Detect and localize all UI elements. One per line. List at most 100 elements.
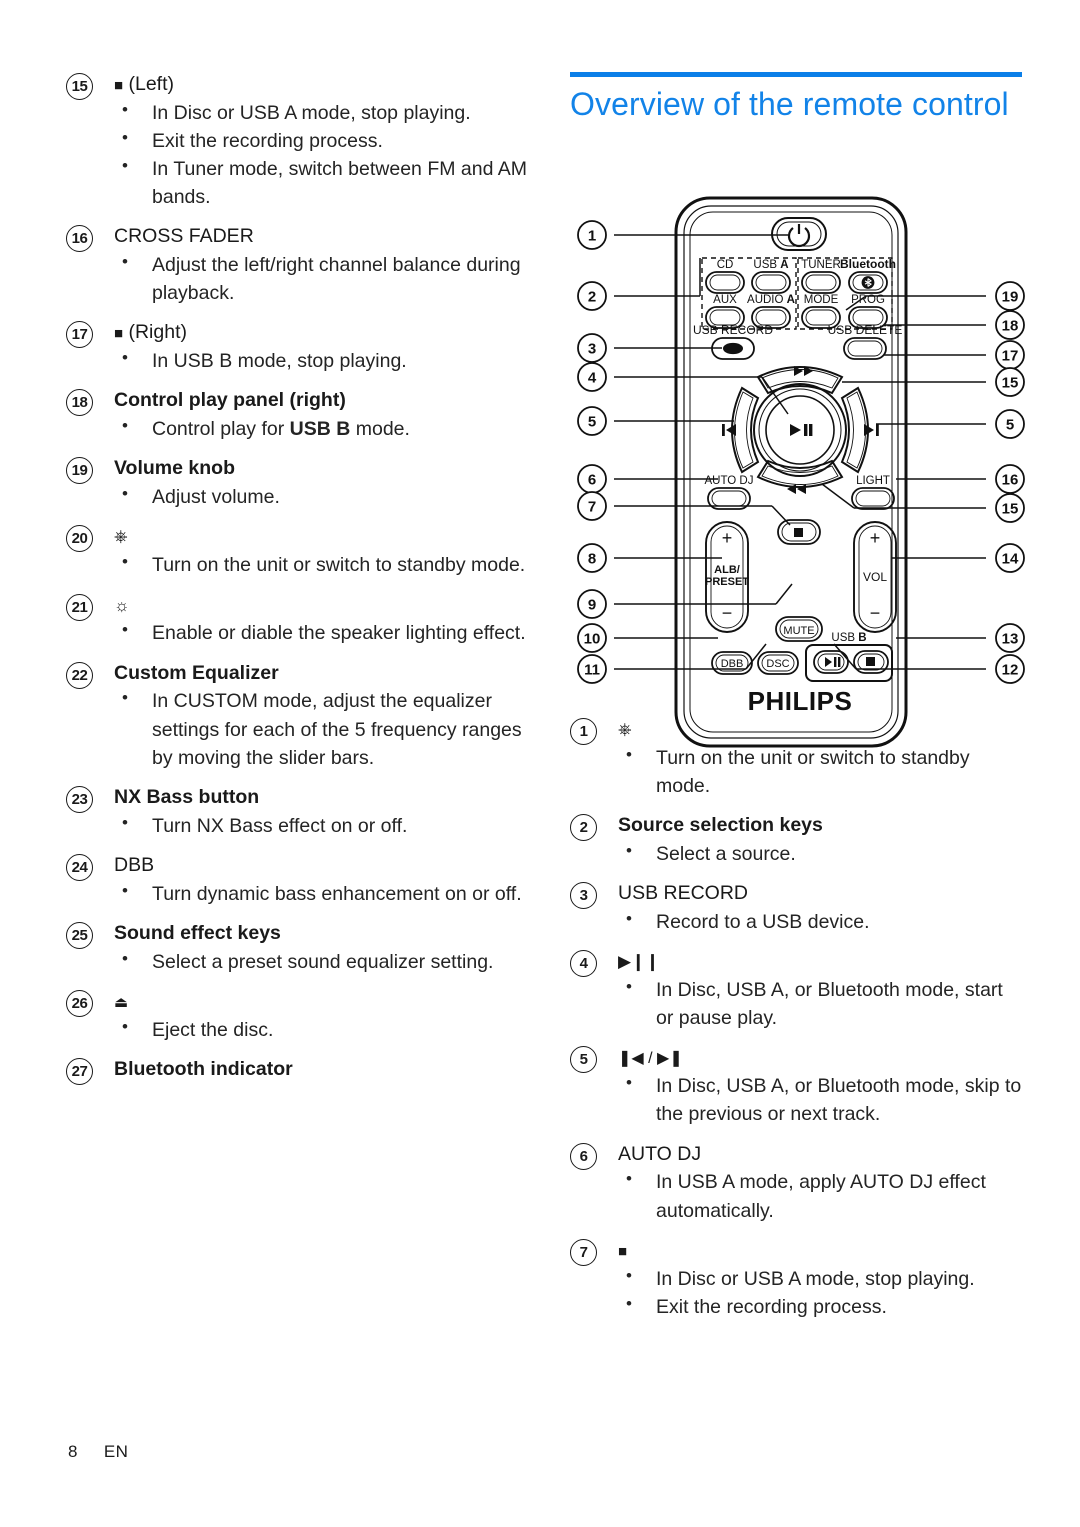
item-number: 27 <box>66 1057 93 1085</box>
item-title: DBB <box>114 853 155 876</box>
numbered-item: 26 ⏏ Eject the disc. <box>66 989 528 1044</box>
page-title: Overview of the remote control <box>570 86 1009 122</box>
heading-rule <box>570 72 1022 77</box>
callout-left-11: 11 <box>577 654 607 684</box>
callout-label: 11 <box>584 662 600 679</box>
callout-right-12: 12 <box>995 654 1025 684</box>
numbered-item: 4 ▶❙❙ In Disc, USB A, or Bluetooth mode,… <box>570 949 1022 1032</box>
item-title: Custom Equalizer <box>114 661 279 684</box>
list-item: Select a source. <box>618 839 1022 868</box>
item-title: USB RECORD <box>618 882 749 905</box>
vol-minus: − <box>870 603 881 623</box>
item-bullets: Turn on the unit or switch to standby mo… <box>114 550 528 579</box>
left-column: 15 ■ (Left) In Disc or USB A mode, stop … <box>66 72 528 1095</box>
label-vol: VOL <box>863 570 887 584</box>
item-number: 4 <box>570 950 597 978</box>
item-title: Volume knob <box>114 457 235 480</box>
page-footer: 8 EN <box>68 1442 128 1462</box>
numbered-item: 25 Sound effect keys Select a preset sou… <box>66 921 528 976</box>
callout-right-15: 15 <box>995 367 1025 397</box>
item-title: ☼ <box>114 593 528 618</box>
item-title: ▶❙❙ <box>618 949 1022 974</box>
list-item: In USB A mode, apply AUTO DJ effect auto… <box>618 1167 1022 1224</box>
list-item: Turn dynamic bass enhancement on or off. <box>114 879 528 908</box>
item-number: 22 <box>66 661 93 689</box>
callout-left-10: 10 <box>577 623 607 653</box>
callout-right-16: 16 <box>995 464 1025 494</box>
item-title: AUTO DJ <box>618 1142 702 1165</box>
callout-label: 6 <box>588 472 596 489</box>
list-item: In Disc or USB A mode, stop playing. <box>114 98 528 127</box>
numbered-item: 6 AUTO DJ In USB A mode, apply AUTO DJ e… <box>570 1142 1022 1225</box>
label-light: LIGHT <box>856 475 890 487</box>
numbered-item: 16 CROSS FADER Adjust the left/right cha… <box>66 224 528 307</box>
numbered-item: 20 ⎈ Turn on the unit or switch to stand… <box>66 524 528 579</box>
list-item: Eject the disc. <box>114 1015 528 1044</box>
item-number: 18 <box>66 389 93 417</box>
stop-square-icon: ■ <box>114 325 124 343</box>
callout-label: 15 <box>1002 375 1019 392</box>
pause-icon-bar2 <box>809 424 813 436</box>
item-number: 24 <box>66 853 93 881</box>
item-title: CROSS FADER <box>114 225 254 248</box>
item-number: 7 <box>570 1238 597 1266</box>
item-bullets: Record to a USB device. <box>618 907 1022 936</box>
callout-label: 17 <box>1002 348 1019 365</box>
callout-label: 5 <box>1006 417 1014 434</box>
list-item: Adjust volume. <box>114 482 528 511</box>
item-title: ■ (Left) <box>114 73 174 95</box>
item-number: 15 <box>66 73 93 100</box>
label-dbb: DBB <box>721 658 744 670</box>
item-number: 2 <box>570 814 597 842</box>
callout-label: 18 <box>1002 318 1019 335</box>
callout-label: 13 <box>1002 631 1019 648</box>
callout-right-19: 19 <box>995 281 1025 311</box>
alb-minus: − <box>722 603 733 623</box>
item-title: ⏏ <box>114 989 528 1014</box>
callout-label: 2 <box>588 289 596 306</box>
item-title: Source selection keys <box>618 814 823 837</box>
callout-right-15: 15 <box>995 493 1025 523</box>
callout-label: 10 <box>584 631 601 648</box>
numbered-item: 17 ■ (Right) In USB B mode, stop playing… <box>66 320 528 375</box>
callout-right-18: 18 <box>995 310 1025 340</box>
numbered-item: 5 ❚◀ / ▶❚ In Disc, USB A, or Bluetooth m… <box>570 1045 1022 1128</box>
item-bullets: Turn dynamic bass enhancement on or off. <box>114 879 528 908</box>
numbered-item: 2 Source selection keys Select a source. <box>570 813 1022 868</box>
item-bullets: In CUSTOM mode, adjust the equalizer set… <box>114 686 528 771</box>
label-mute: MUTE <box>783 625 814 637</box>
item-number: 23 <box>66 785 93 813</box>
list-item: In Disc, USB A, or Bluetooth mode, start… <box>618 975 1022 1032</box>
item-title: Sound effect keys <box>114 921 281 944</box>
item-bullets: Adjust the left/right channel balance du… <box>114 250 528 307</box>
numbered-item: 7 ■ In Disc or USB A mode, stop playing.… <box>570 1238 1022 1321</box>
list-item: In Tuner mode, switch between FM and AM … <box>114 154 528 211</box>
callout-right-17: 17 <box>995 340 1025 370</box>
list-item: Turn NX Bass effect on or off. <box>114 811 528 840</box>
callout-label: 1 <box>588 228 596 245</box>
callout-left-9: 9 <box>577 589 607 619</box>
numbered-item: 19 Volume knob Adjust volume. <box>66 456 528 511</box>
numbered-item: 22 Custom Equalizer In CUSTOM mode, adju… <box>66 661 528 772</box>
remote-control-diagram: CD USB A TUNER Bluetooth AUX AUDIO A MOD… <box>566 192 1038 764</box>
prev-next-icon: ❚◀ / ▶❚ <box>618 1050 683 1068</box>
list-item: Exit the recording process. <box>618 1292 1022 1321</box>
item-number: 3 <box>570 882 597 910</box>
list-item: Enable or diable the speaker lighting ef… <box>114 618 528 647</box>
label-prog: PROG <box>851 294 885 306</box>
numbered-item: 15 ■ (Left) In Disc or USB A mode, stop … <box>66 72 528 211</box>
list-item: Exit the recording process. <box>114 126 528 155</box>
callout-label: 4 <box>588 370 597 387</box>
callout-left-2: 2 <box>577 281 607 311</box>
callout-label: 12 <box>1002 662 1019 679</box>
callout-label: 8 <box>588 551 596 568</box>
callout-label: 14 <box>1002 551 1019 568</box>
label-usb-record: USB RECORD <box>693 323 773 337</box>
item-title: ⎈ <box>114 524 528 549</box>
callout-left-3: 3 <box>577 333 607 363</box>
callout-left-6: 6 <box>577 464 607 494</box>
item-number: 16 <box>66 225 93 253</box>
callout-left-1: 1 <box>577 220 607 250</box>
manual-page: 15 ■ (Left) In Disc or USB A mode, stop … <box>0 0 1080 1527</box>
light-sun-icon: ☼ <box>114 595 130 615</box>
